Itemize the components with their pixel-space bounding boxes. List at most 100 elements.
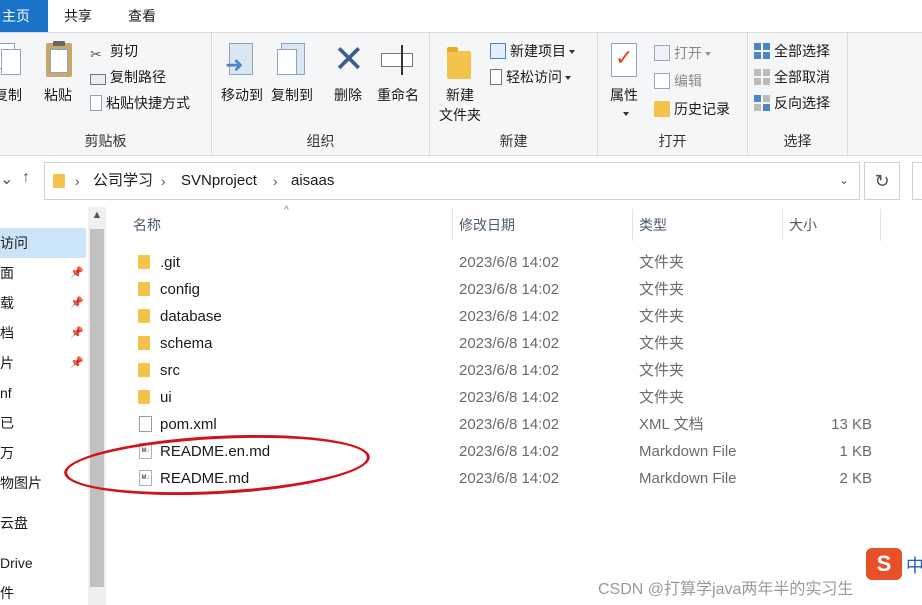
file-size: 2 KB [839,470,872,487]
column-divider[interactable] [632,209,633,241]
breadcrumb-separator-icon[interactable]: › [161,163,166,199]
breadcrumb-item[interactable]: SVNproject [181,163,257,199]
properties-icon: ✓ [607,41,641,81]
rename-button[interactable]: 重命名 [370,37,426,105]
tab-home[interactable]: 主页 [0,0,48,32]
file-date: 2023/6/8 14:02 [459,362,560,379]
column-divider[interactable] [452,209,453,241]
nav-item[interactable]: 片 📌 [0,348,86,378]
navigation-pane: 访问 面 📌 载 📌 档 📌 片 📌 nf 已 万 物图片 云盘 Drive 件 [0,207,88,605]
new-group-label: 新建 [499,133,528,149]
column-divider[interactable] [880,209,881,241]
nav-item[interactable]: 云盘 [0,508,86,538]
history-button[interactable]: 历史记录 [654,97,730,121]
file-date: 2023/6/8 14:02 [459,308,560,325]
new-folder-button[interactable]: 新建 文件夹 [432,37,488,125]
copy-path-button[interactable]: 复制路径 [90,65,166,89]
ime-mode-indicator[interactable]: 中 [906,552,922,578]
breadcrumb-separator-icon[interactable]: › [75,163,80,199]
nav-item[interactable]: 已 [0,408,86,438]
easy-access-button[interactable]: 轻松访问 [490,65,571,89]
properties-button[interactable]: ✓ 属性 [596,37,652,121]
copy-to-button[interactable]: 复制到 [264,37,320,105]
breadcrumb-separator-icon[interactable]: › [273,163,278,199]
file-name: src [160,362,180,379]
nav-item[interactable]: 件 [0,578,86,605]
edit-icon [654,73,670,89]
breadcrumb-item[interactable]: 公司学习 [93,163,153,199]
select-all-button[interactable]: 全部选择 [754,39,830,63]
edit-button[interactable]: 编辑 [654,69,702,93]
organize-group: ➜ 移动到 复制到 ✕ 删除 重命名 组织 [212,33,430,155]
nav-item[interactable]: Drive [0,548,86,578]
nav-item[interactable]: nf [0,378,86,408]
navigation-scrollbar[interactable]: ▲ [88,207,106,605]
copy-to-icon [275,41,309,81]
invert-selection-button[interactable]: 反向选择 [754,91,830,115]
chevron-down-icon[interactable]: ⌄ [839,173,849,187]
folder-icon [138,282,150,296]
tab-view[interactable]: 查看 [118,0,166,32]
file-name: pom.xml [160,416,217,433]
file-icon [139,416,152,432]
paste-shortcut-icon [90,95,102,111]
up-arrow-icon[interactable]: ↑ [22,169,30,187]
tab-share[interactable]: 共享 [54,0,102,32]
scissors-icon: ✂ [90,46,102,62]
file-name: config [160,281,201,298]
open-button[interactable]: 打开 [654,41,711,65]
table-row[interactable]: config 2023/6/8 14:02 文件夹 [124,276,884,303]
new-item-icon [490,43,506,59]
table-row[interactable]: schema 2023/6/8 14:02 文件夹 [124,330,884,357]
scroll-up-icon[interactable]: ▲ [88,209,106,221]
table-row[interactable]: pom.xml 2023/6/8 14:02 XML 文档 13 KB [124,411,884,438]
nav-item[interactable]: 面 📌 [0,258,86,288]
scrollbar-thumb[interactable] [90,229,104,587]
delete-button[interactable]: ✕ 删除 [320,37,376,105]
move-to-button[interactable]: ➜ 移动到 [214,37,270,105]
select-all-icon [754,43,770,59]
file-size: 13 KB [831,416,872,433]
column-header-date[interactable]: 修改日期 [459,207,515,243]
open-group: ✓ 属性 打开 编辑 历史记录 打开 [598,33,748,155]
select-none-button[interactable]: 全部取消 [754,65,830,89]
file-type: 文件夹 [639,308,685,325]
easy-access-icon [490,69,502,85]
nav-item[interactable]: 访问 [0,228,86,258]
cut-button[interactable]: ✂ 剪切 [90,39,138,63]
column-header-size[interactable]: 大小 [789,207,817,243]
table-row[interactable]: ui 2023/6/8 14:02 文件夹 [124,384,884,411]
file-name: ui [160,389,172,406]
nav-item[interactable]: 档 📌 [0,318,86,348]
sogou-ime-icon[interactable]: S [866,548,902,580]
column-header-type[interactable]: 类型 [639,207,667,243]
search-input[interactable] [912,162,922,200]
file-name: schema [160,335,213,352]
pin-icon: 📌 [70,267,84,279]
watermark: CSDN @打算学java两年半的实习生 [598,581,854,598]
organize-group-label: 组织 [306,133,335,149]
paste-button[interactable]: 粘贴 [30,37,86,105]
table-row[interactable]: .git 2023/6/8 14:02 文件夹 [124,249,884,276]
chevron-down-icon [565,76,571,80]
invert-selection-icon [754,95,770,111]
file-type: 文件夹 [639,281,685,298]
chevron-down-icon[interactable]: ⌄ [0,169,13,189]
copy-icon [0,41,25,81]
pin-icon: 📌 [70,357,84,369]
file-date: 2023/6/8 14:02 [459,389,560,406]
move-to-icon: ➜ [225,41,259,81]
file-date: 2023/6/8 14:02 [459,254,560,271]
refresh-button[interactable]: ↻ [864,162,900,200]
column-divider[interactable] [782,209,783,241]
nav-item[interactable]: 载 📌 [0,288,86,318]
new-item-button[interactable]: 新建项目 [490,39,575,63]
address-bar[interactable]: › 公司学习 › SVNproject › aisaas ⌄ [44,162,860,200]
column-header-name[interactable]: 名称 [133,207,161,243]
table-row[interactable]: database 2023/6/8 14:02 文件夹 [124,303,884,330]
file-type: 文件夹 [639,254,685,271]
breadcrumb-item[interactable]: aisaas [291,163,334,199]
table-row[interactable]: src 2023/6/8 14:02 文件夹 [124,357,884,384]
paste-shortcut-button[interactable]: 粘贴快捷方式 [90,91,190,115]
ribbon-tabs: 主页 共享 查看 [0,0,922,32]
